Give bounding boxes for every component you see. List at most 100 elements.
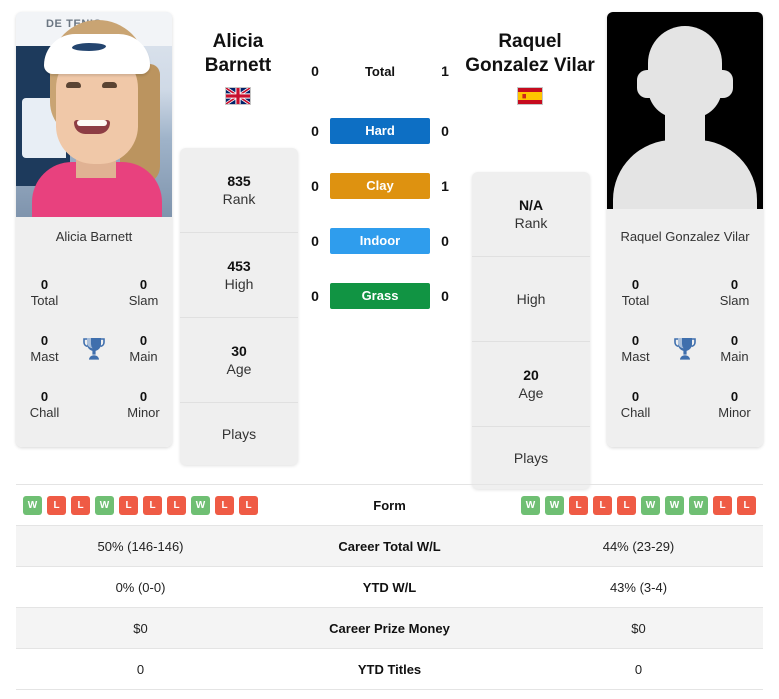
stat-right-value: 44% (23-29)	[602, 538, 675, 554]
form-badge-w[interactable]: W	[689, 495, 708, 515]
rank-cell-rank-right: N/A Rank	[472, 172, 590, 257]
player-photo-left: DE TENIS	[16, 12, 172, 217]
h2h-surface-grass[interactable]: Grass	[330, 282, 430, 309]
age-label-right: Age	[518, 385, 544, 401]
titles-total-label-left: Total	[30, 293, 59, 308]
rank-cell-high-right: High	[472, 257, 590, 342]
titles-minor-left: 0 Minor	[115, 389, 172, 422]
player-card-right[interactable]: Raquel Gonzalez Vilar 0 Total 0 Slam 0 M…	[607, 12, 763, 447]
form-badge-w[interactable]: W	[191, 495, 210, 515]
rank-cell-age-right: 20 Age	[472, 342, 590, 427]
h2h-surface-clay[interactable]: Clay	[330, 172, 430, 199]
form-badge-l[interactable]: L	[239, 495, 258, 515]
photo-eye-left	[66, 82, 81, 88]
titles-total-left: 0 Total	[16, 277, 73, 310]
form-badge-l[interactable]: L	[143, 495, 162, 515]
h2h-row-clay[interactable]: 0 Clay 1	[300, 167, 460, 204]
h2h-surface-hard[interactable]: Hard	[330, 117, 430, 144]
stat-right-value: 0	[634, 661, 643, 677]
player-photo-name-left: Alicia Barnett	[16, 217, 172, 255]
h2h-row-grass[interactable]: 0 Grass 0	[300, 277, 460, 314]
titles-mast-left: 0 Mast	[16, 333, 73, 366]
stat-right-value: 43% (3-4)	[609, 579, 668, 595]
form-badge-l[interactable]: L	[713, 495, 732, 515]
rank-label-left: Rank	[222, 191, 256, 207]
titles-total-label-right: Total	[621, 293, 650, 308]
form-badge-l[interactable]: L	[119, 495, 138, 515]
stat-label: Career Total W/L	[338, 538, 441, 554]
trophy-icon-wrap-left	[73, 337, 115, 361]
form-badge-w[interactable]: W	[641, 495, 660, 515]
form-badge-l[interactable]: L	[617, 495, 636, 515]
player-name-block-right[interactable]: Raquel Gonzalez Vilar	[450, 30, 610, 105]
titles-chall-label-left: Chall	[29, 405, 60, 420]
stat-label: YTD W/L	[362, 579, 417, 595]
h2h-right-score-total: 1	[441, 63, 449, 79]
titles-main-label-left: Main	[129, 349, 158, 364]
titles-chall-label-right: Chall	[620, 405, 651, 420]
titles-minor-value-left: 0	[139, 388, 148, 404]
player-card-left[interactable]: DE TENIS Alicia Barnett 0 Total 0 Slam 0…	[16, 12, 172, 447]
flag-united-kingdom-icon	[225, 86, 251, 105]
form-badge-l[interactable]: L	[737, 495, 756, 515]
titles-total-right: 0 Total	[607, 277, 664, 310]
photo-eye-right	[102, 82, 117, 88]
table-row: 50% (146-146) Career Total W/L 44% (23-29)	[16, 526, 763, 567]
titles-mast-right: 0 Mast	[607, 333, 664, 366]
form-badge-w[interactable]: W	[95, 495, 114, 515]
titles-slam-value-left: 0	[139, 276, 148, 292]
form-badge-l[interactable]: L	[215, 495, 234, 515]
titles-mast-label-right: Mast	[621, 349, 650, 364]
stat-left-value: 0% (0-0)	[115, 579, 166, 595]
titles-main-right: 0 Main	[706, 333, 763, 366]
titles-row-mast-main-left: 0 Mast 0 Main	[16, 321, 172, 377]
titles-row-total-slam-left: 0 Total 0 Slam	[16, 265, 172, 321]
player-last-name-right: Gonzalez Vilar	[465, 55, 595, 77]
player-photo-name-right: Raquel Gonzalez Vilar	[607, 217, 763, 255]
stat-left-value: 0	[136, 661, 145, 677]
high-label-left: High	[224, 276, 254, 292]
age-value-right: 20	[523, 366, 539, 383]
h2h-right-score-grass: 0	[441, 287, 449, 304]
trophy-icon	[83, 338, 105, 360]
high-label-right: High	[516, 290, 546, 307]
titles-row-chall-minor-right: 0 Chall 0 Minor	[607, 377, 763, 433]
titles-mast-label-left: Mast	[30, 349, 59, 364]
h2h-left-score-total: 0	[311, 63, 319, 79]
form-badge-l[interactable]: L	[47, 495, 66, 515]
titles-slam-value-right: 0	[730, 276, 739, 292]
rank-value-left: 835	[227, 172, 251, 189]
player-comparison-header: DE TENIS Alicia Barnett 0 Total 0 Slam 0…	[0, 0, 779, 489]
silhouette-shoulders	[613, 140, 757, 217]
trophy-icon-wrap-right	[664, 337, 706, 361]
titles-minor-right: 0 Minor	[706, 389, 763, 422]
form-badge-w[interactable]: W	[521, 495, 540, 515]
form-badge-l[interactable]: L	[569, 495, 588, 515]
photo-visor-left	[44, 34, 150, 74]
h2h-row-hard[interactable]: 0 Hard 0	[300, 112, 460, 149]
form-badge-l[interactable]: L	[593, 495, 612, 515]
h2h-row-total: 0 Total 1	[300, 58, 460, 84]
form-badge-w[interactable]: W	[665, 495, 684, 515]
photo-teeth-left	[77, 120, 107, 126]
titles-grid-left: 0 Total 0 Slam 0 Mast 0 Main 0 Chall 0 M…	[16, 255, 172, 447]
h2h-row-indoor[interactable]: 0 Indoor 0	[300, 222, 460, 259]
silhouette-ear-left	[637, 70, 653, 98]
rank-card-right: N/A Rank High 20 Age Plays	[472, 172, 590, 489]
form-badge-l[interactable]: L	[71, 495, 90, 515]
h2h-right-score-clay: 1	[441, 177, 449, 194]
form-badge-l[interactable]: L	[167, 495, 186, 515]
form-badge-w[interactable]: W	[545, 495, 564, 515]
rank-cell-rank-left: 835 Rank	[180, 148, 298, 233]
age-label-left: Age	[226, 361, 252, 377]
high-value-left: 453	[227, 257, 251, 274]
h2h-surface-indoor[interactable]: Indoor	[330, 227, 430, 254]
rank-card-left: 835 Rank 453 High 30 Age Plays	[180, 148, 298, 465]
titles-total-value-left: 0	[40, 276, 49, 292]
player-name-block-left[interactable]: Alicia Barnett	[158, 30, 318, 105]
titles-slam-label-right: Slam	[719, 293, 750, 308]
titles-main-label-right: Main	[720, 349, 749, 364]
age-value-left: 30	[231, 342, 247, 359]
form-badge-w[interactable]: W	[23, 495, 42, 515]
titles-slam-right: 0 Slam	[706, 277, 763, 310]
